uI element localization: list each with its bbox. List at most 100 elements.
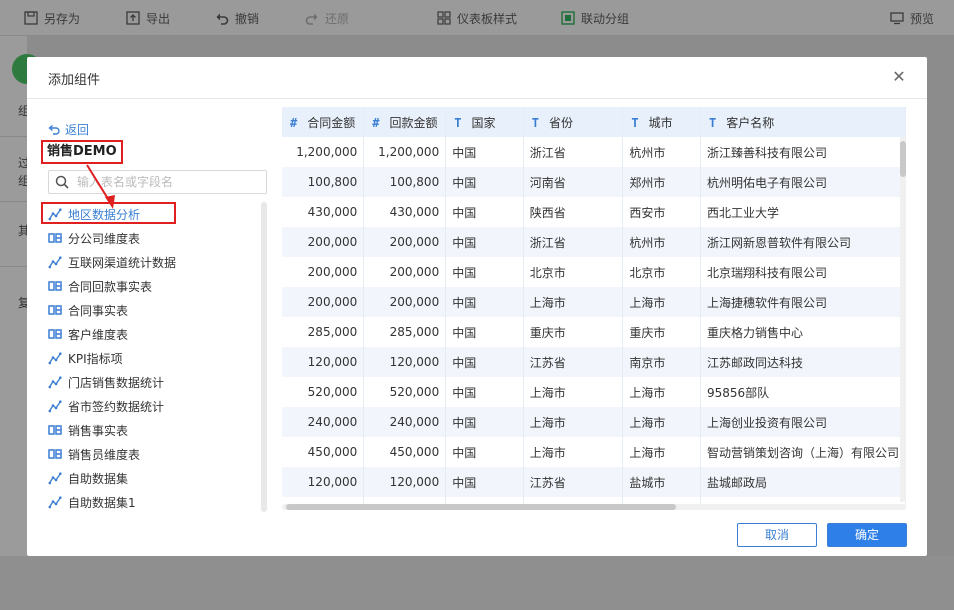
self-service-dataset-icon — [48, 375, 62, 389]
search-icon — [55, 175, 69, 189]
table-list-item[interactable]: 自助数据集 — [48, 466, 263, 490]
add-component-dialog: 添加组件 ✕ 返回 销售DEMO 地区数据分析分公司维度表互联网渠道统计数据合同… — [27, 57, 927, 556]
table-cell: 200,000 — [363, 287, 447, 317]
table-list-item-label: 客户维度表 — [68, 327, 129, 342]
undo-button[interactable]: 撤销 — [215, 10, 259, 26]
table-list-item-label: 互联网渠道统计数据 — [68, 255, 177, 270]
database-table-icon — [48, 423, 62, 437]
table-cell: 200,000 — [282, 287, 365, 317]
table-cell: 浙江臻善科技有限公司 — [700, 137, 906, 167]
table-cell: 200,000 — [282, 257, 365, 287]
table-cell: 中国 — [445, 347, 524, 377]
cancel-button[interactable]: 取消 — [737, 523, 817, 547]
table-cell: 上海市 — [622, 407, 701, 437]
table-cell: 南京市 — [622, 347, 701, 377]
table-cell: 重庆市 — [523, 317, 624, 347]
linkage-icon — [561, 11, 575, 25]
scroll-thumb[interactable] — [286, 504, 676, 510]
close-icon[interactable]: ✕ — [891, 69, 907, 85]
table-list-item-label: 合同事实表 — [68, 303, 129, 318]
scroll-thumb[interactable] — [900, 141, 906, 177]
preview-button[interactable]: 预览 — [890, 10, 934, 26]
table-row: 100,800 100,800 中国 河南省 郑州市 杭州明佑电子有限公司 — [282, 167, 906, 197]
table-list-item[interactable]: 客户维度表 — [48, 322, 263, 346]
table-list-item[interactable]: 分公司维度表 — [48, 226, 263, 250]
search-box[interactable] — [48, 170, 267, 194]
redo-icon — [305, 11, 319, 25]
table-cell: 江苏邮政同达科技 — [700, 347, 906, 377]
save-as-button[interactable]: 另存为 — [24, 10, 80, 26]
table-cell: 浙江网新恩普软件有限公司 — [700, 227, 906, 257]
redo-button[interactable]: 还原 — [305, 10, 349, 26]
highlight-box — [41, 202, 176, 224]
database-table-icon — [48, 327, 62, 341]
table-cell: 浙江省 — [523, 227, 624, 257]
table-cell: 200,000 — [282, 227, 365, 257]
column-header[interactable]: # 合同金额 — [282, 107, 365, 137]
table-cell: 盐城邮政局 — [700, 467, 906, 497]
column-header[interactable]: T 省份 — [523, 107, 624, 137]
table-cell: 江苏省 — [523, 347, 624, 377]
dialog-title: 添加组件 — [48, 73, 101, 88]
table-vertical-scrollbar[interactable] — [900, 137, 906, 502]
table-cell: 上海市 — [622, 377, 701, 407]
column-header[interactable]: T 城市 — [622, 107, 701, 137]
table-list-item-label: 自助数据集 — [68, 471, 129, 486]
table-cell: 450,000 — [363, 437, 447, 467]
table-cell: 上海市 — [523, 377, 624, 407]
column-header[interactable]: # 回款金额 — [363, 107, 447, 137]
table-cell: 120,000 — [363, 347, 447, 377]
table-cell: 中国 — [445, 407, 524, 437]
table-cell: 北京市 — [622, 257, 701, 287]
column-header[interactable]: T 客户名称 — [700, 107, 906, 137]
top-toolbar: 另存为 导出 撤销 还原 仪表板样式 联动分组 预览 — [0, 0, 954, 36]
dashboard-style-button[interactable]: 仪表板样式 — [437, 10, 517, 26]
self-service-dataset-icon — [48, 351, 62, 365]
table-list-item[interactable]: 自助数据集1 — [48, 490, 263, 514]
table-cell: 上海市 — [523, 407, 624, 437]
grid-layout-icon — [437, 11, 451, 25]
table-list-item[interactable]: 合同事实表 — [48, 298, 263, 322]
text-type-icon: T — [631, 115, 639, 130]
table-row: 120,000 120,000 中国 江苏省 南京市 江苏邮政同达科技 — [282, 347, 906, 377]
table-cell: 郑州市 — [622, 167, 701, 197]
table-list-item[interactable]: 合同回款事实表 — [48, 274, 263, 298]
export-button[interactable]: 导出 — [126, 10, 170, 26]
table-cell: 上海捷穗软件有限公司 — [700, 287, 906, 317]
table-cell: 120,000 — [282, 467, 365, 497]
table-list-item[interactable]: KPI指标项 — [48, 346, 263, 370]
table-cell: 智动营销策划咨询（上海）有限公司 — [700, 437, 906, 467]
table-cell: 上海市 — [622, 287, 701, 317]
linkage-group-button[interactable]: 联动分组 — [561, 10, 629, 26]
table-row: 240,000 240,000 中国 上海市 上海市 上海创业投资有限公司 — [282, 407, 906, 437]
save-icon — [24, 11, 38, 25]
table-list-item[interactable]: 门店销售数据统计 — [48, 370, 263, 394]
table-list-item[interactable]: 销售员维度表 — [48, 442, 263, 466]
table-cell: 中国 — [445, 317, 524, 347]
self-service-dataset-icon — [48, 399, 62, 413]
table-cell: 西北工业大学 — [700, 197, 906, 227]
table-cell: 重庆格力销售中心 — [700, 317, 906, 347]
table-cell: 上海市 — [622, 437, 701, 467]
table-horizontal-scrollbar[interactable] — [282, 504, 906, 510]
table-row: 200,000 200,000 中国 北京市 北京市 北京瑞翔科技有限公司 — [282, 257, 906, 287]
search-input[interactable] — [77, 175, 257, 189]
table-cell: 杭州明佑电子有限公司 — [700, 167, 906, 197]
list-scrollbar[interactable] — [261, 202, 267, 512]
table-row: 200,000 200,000 中国 浙江省 杭州市 浙江网新恩普软件有限公司 — [282, 227, 906, 257]
table-cell: 浙江省 — [523, 137, 624, 167]
back-link[interactable]: 返回 — [48, 121, 89, 138]
table-list-item[interactable]: 互联网渠道统计数据 — [48, 250, 263, 274]
table-list-item[interactable]: 省市签约数据统计 — [48, 394, 263, 418]
package-name: 销售DEMO — [41, 140, 123, 164]
column-header[interactable]: T 国家 — [445, 107, 524, 137]
table-list: 地区数据分析 分公司维度表互联网渠道统计数据合同回款事实表合同事实表客户维度表 KP… — [41, 202, 263, 514]
table-list-item[interactable]: 地区数据分析 — [41, 202, 263, 226]
table-row: 430,000 430,000 中国 陕西省 西安市 西北工业大学 — [282, 197, 906, 227]
table-cell: 240,000 — [282, 407, 365, 437]
table-cell: 95856部队 — [700, 377, 906, 407]
table-list-item[interactable]: 销售事实表 — [48, 418, 263, 442]
table-cell: 中国 — [445, 287, 524, 317]
column-header-label: 合同金额 — [307, 115, 356, 130]
confirm-button[interactable]: 确定 — [827, 523, 907, 547]
